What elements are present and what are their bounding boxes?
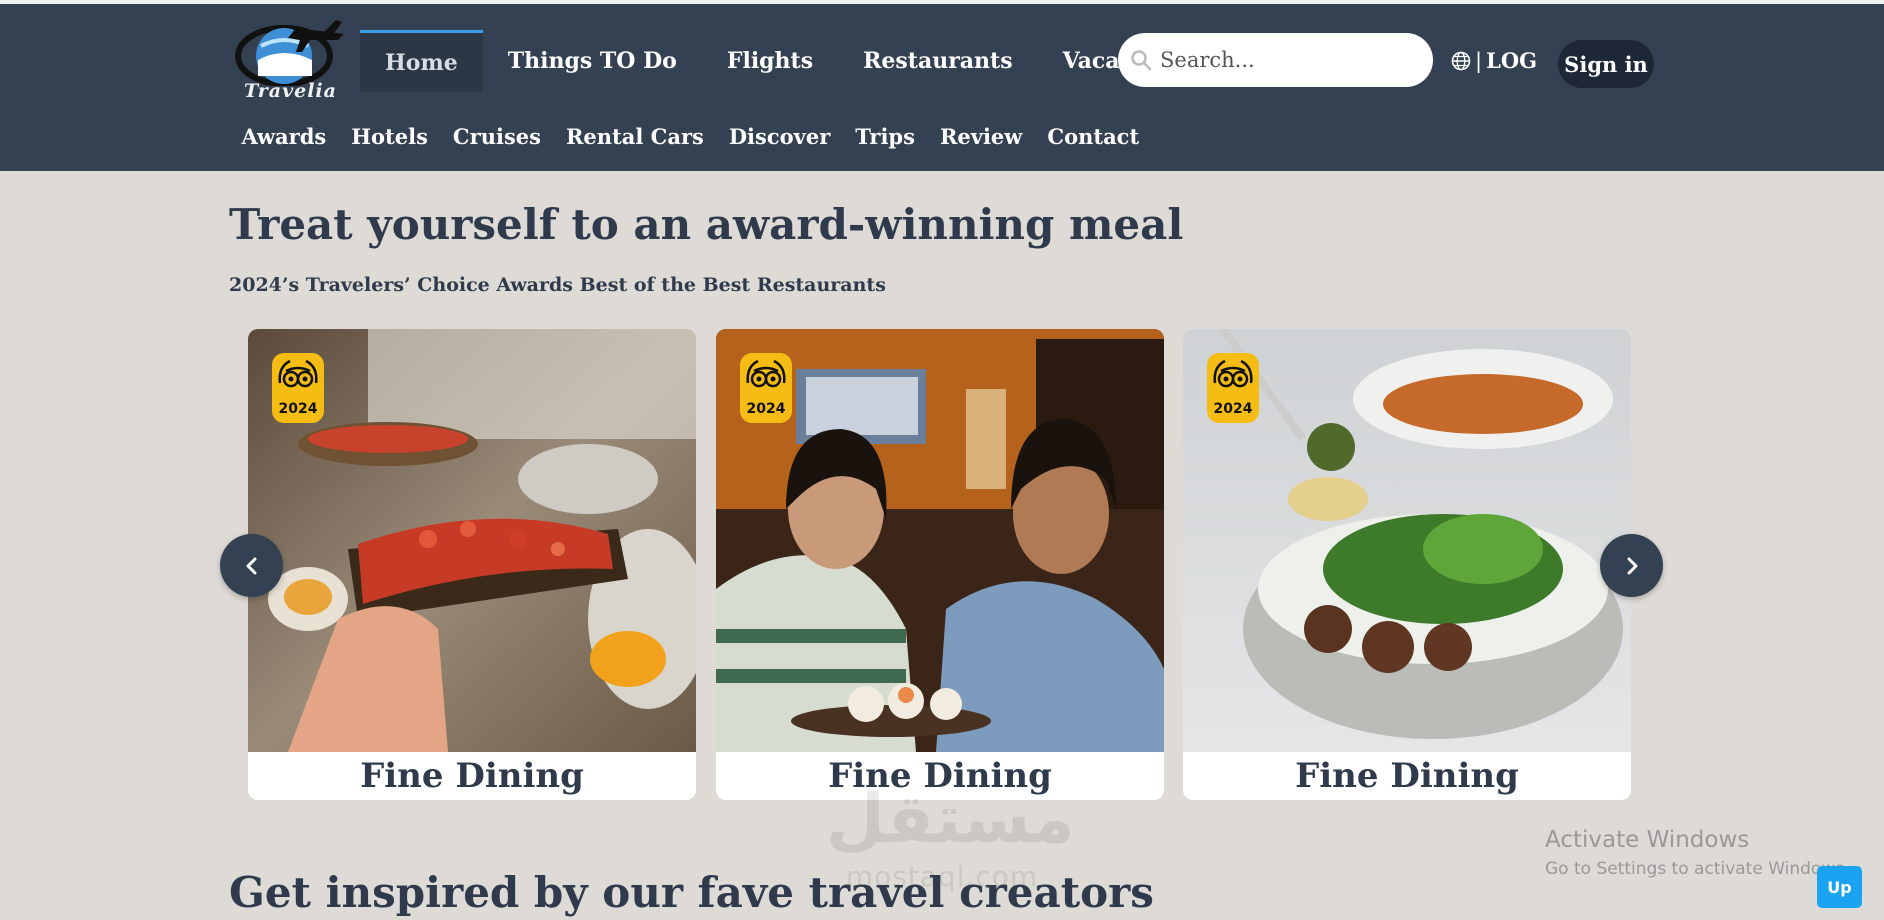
award-badge: 2024 xyxy=(272,353,324,423)
logo-text: Travelia xyxy=(244,80,337,102)
nav-hotels[interactable]: Hotels xyxy=(339,124,441,149)
nav-rental-cars[interactable]: Rental Cars xyxy=(553,124,716,149)
activate-windows-subtitle: Go to Settings to activate Windows. xyxy=(1545,859,1850,879)
nav-review[interactable]: Review xyxy=(927,124,1034,149)
nav-home[interactable]: Home xyxy=(360,30,483,92)
award-badge: 2024 xyxy=(740,353,792,423)
nav-flights[interactable]: Flights xyxy=(702,30,838,92)
carousel-prev-button[interactable] xyxy=(220,534,283,597)
nav-things-to-do[interactable]: Things TO Do xyxy=(483,30,702,92)
watermark-arabic: مستقل xyxy=(826,780,1075,859)
activate-windows-notice: Activate Windows Go to Settings to activ… xyxy=(1545,827,1850,879)
language-separator: | xyxy=(1475,48,1483,73)
restaurant-card[interactable]: 2024 Fine Dining xyxy=(1183,329,1631,800)
search-icon xyxy=(1131,50,1152,71)
search-box xyxy=(1118,33,1433,87)
nav-trips[interactable]: Trips xyxy=(843,124,928,149)
restaurant-card[interactable]: 2024 Fine Dining xyxy=(248,329,696,800)
nav-discover[interactable]: Discover xyxy=(716,124,842,149)
tripadvisor-owl-icon xyxy=(1213,359,1253,388)
badge-year: 2024 xyxy=(746,401,786,417)
secondary-nav: Awards Hotels Cruises Rental Cars Discov… xyxy=(229,124,1152,149)
primary-nav: Home Things TO Do Flights Restaurants Va… xyxy=(360,30,1206,92)
activate-windows-title: Activate Windows xyxy=(1545,827,1750,853)
section-subtitle-awards: 2024’s Travelers’ Choice Awards Best of … xyxy=(229,274,886,296)
search-input[interactable] xyxy=(1160,48,1420,72)
nav-contact[interactable]: Contact xyxy=(1035,124,1152,149)
nav-awards[interactable]: Awards xyxy=(229,124,339,149)
nav-cruises[interactable]: Cruises xyxy=(440,124,553,149)
globe-icon xyxy=(1451,51,1471,70)
scroll-up-button[interactable]: Up xyxy=(1817,866,1862,908)
section-title-creators: Get inspired by our fave travel creators xyxy=(229,868,1154,917)
chevron-left-icon xyxy=(246,557,256,574)
carousel-next-button[interactable] xyxy=(1600,534,1663,597)
chevron-right-icon xyxy=(1627,557,1637,574)
card-label: Fine Dining xyxy=(360,756,584,796)
language-label: LOG xyxy=(1486,48,1538,73)
badge-year: 2024 xyxy=(1213,401,1253,417)
section-title-awards: Treat yourself to an award-winning meal xyxy=(229,200,1184,249)
logo-globe-plane-icon xyxy=(235,20,344,87)
tripadvisor-owl-icon xyxy=(278,359,318,388)
travelia-logo[interactable]: Travelia xyxy=(226,16,356,108)
award-badge: 2024 xyxy=(1207,353,1259,423)
badge-year: 2024 xyxy=(278,401,318,417)
nav-restaurants[interactable]: Restaurants xyxy=(838,30,1037,92)
card-label: Fine Dining xyxy=(1295,756,1519,796)
restaurant-card[interactable]: 2024 Fine Dining xyxy=(716,329,1164,800)
tripadvisor-owl-icon xyxy=(746,359,786,388)
sign-in-button[interactable]: Sign in xyxy=(1558,40,1654,88)
language-selector[interactable]: | LOG xyxy=(1451,48,1537,73)
site-header: Travelia Home Things TO Do Flights Resta… xyxy=(0,4,1884,171)
